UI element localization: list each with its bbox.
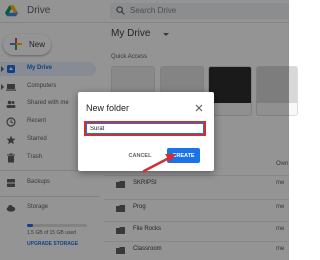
drive-app: Drive Search Drive New My Drive Computer… [0,0,298,260]
dialog-title: New folder [86,103,130,113]
close-icon[interactable] [195,104,203,112]
annotation-arrow-icon [142,154,176,173]
folder-name-input[interactable] [86,123,204,134]
